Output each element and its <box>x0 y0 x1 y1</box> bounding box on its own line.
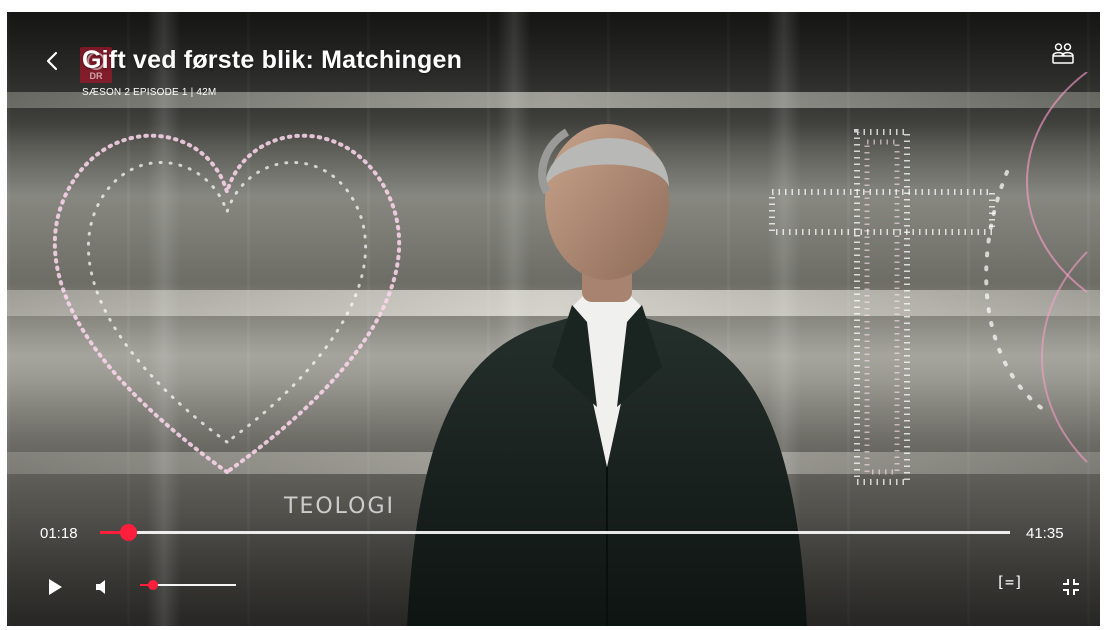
progress-bar[interactable] <box>100 524 1010 541</box>
watch-party-icon[interactable] <box>1050 40 1076 66</box>
overlay-caption: TEOLOGI <box>284 494 395 519</box>
presenter-figure <box>407 124 807 626</box>
play-icon[interactable] <box>45 577 65 597</box>
subtitles-icon[interactable]: [=] <box>996 573 1023 591</box>
back-chevron-icon[interactable] <box>40 48 66 74</box>
page-title: Gift ved første blik: Matchingen <box>82 46 463 74</box>
arc-dots-graphic <box>984 72 1088 463</box>
total-duration: 41:35 <box>1026 525 1064 542</box>
elapsed-time: 01:18 <box>40 525 78 542</box>
volume-slider[interactable] <box>140 580 236 590</box>
volume-icon[interactable] <box>93 577 113 597</box>
heart-dots-graphic <box>52 133 402 475</box>
episode-info: SÆSON 2 EPISODE 1 | 42M <box>82 87 217 98</box>
exit-fullscreen-icon[interactable] <box>1060 576 1082 598</box>
